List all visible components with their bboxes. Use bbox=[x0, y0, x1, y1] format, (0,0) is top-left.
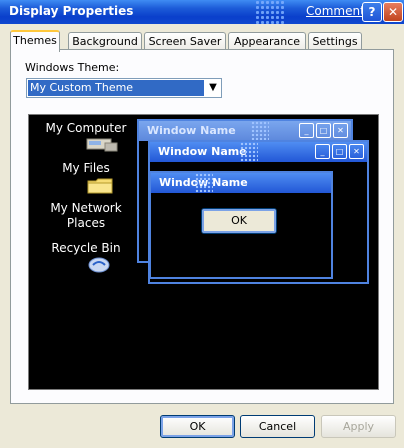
desktop-icon-label: My Files bbox=[62, 161, 110, 175]
desktop-icon-label: My Computer bbox=[45, 121, 127, 135]
computer-icon bbox=[86, 138, 118, 152]
window-title: Display Properties bbox=[9, 4, 134, 18]
title-bar-pattern bbox=[195, 173, 213, 193]
title-bar[interactable]: Display Properties Comments? ? ✕ bbox=[0, 0, 404, 24]
maximize-icon: □ bbox=[332, 144, 347, 159]
close-icon: ✕ bbox=[333, 123, 348, 138]
tab-themes[interactable]: Themes bbox=[10, 30, 60, 52]
ok-button[interactable]: OK bbox=[160, 415, 235, 438]
theme-preview: My Computer My Files My Network Places R… bbox=[28, 114, 379, 390]
title-bar-pattern bbox=[255, 0, 285, 24]
maximize-icon: □ bbox=[316, 123, 331, 138]
title-bar-pattern bbox=[240, 142, 258, 162]
preview-ok-button: OK bbox=[201, 208, 277, 234]
recycle-bin-icon bbox=[88, 257, 110, 273]
tab-settings[interactable]: Settings bbox=[308, 32, 362, 50]
minimize-icon: _ bbox=[299, 123, 314, 138]
help-button[interactable]: ? bbox=[362, 2, 382, 22]
theme-select-value: My Custom Theme bbox=[28, 80, 204, 96]
preview-window-title: Window Name bbox=[151, 173, 331, 193]
close-icon: ✕ bbox=[349, 144, 364, 159]
desktop-icon-label: Recycle Bin bbox=[51, 241, 121, 255]
close-button[interactable]: ✕ bbox=[383, 2, 403, 22]
preview-message-box: Window Name OK bbox=[149, 171, 333, 279]
minimize-icon: _ bbox=[315, 144, 330, 159]
dropdown-arrow-icon[interactable]: ▼ bbox=[205, 79, 221, 97]
cancel-button[interactable]: Cancel bbox=[240, 415, 315, 438]
apply-button[interactable]: Apply bbox=[321, 415, 396, 438]
folder-icon bbox=[87, 178, 113, 194]
desktop-icon-label: My Network Places bbox=[50, 201, 122, 230]
tab-appearance[interactable]: Appearance bbox=[228, 32, 306, 50]
tab-background[interactable]: Background bbox=[68, 32, 142, 50]
theme-select[interactable]: My Custom Theme ▼ bbox=[26, 78, 222, 98]
title-bar-pattern bbox=[251, 121, 269, 141]
windows-theme-label: Windows Theme: bbox=[25, 61, 120, 74]
tab-screen-saver[interactable]: Screen Saver bbox=[144, 32, 226, 50]
